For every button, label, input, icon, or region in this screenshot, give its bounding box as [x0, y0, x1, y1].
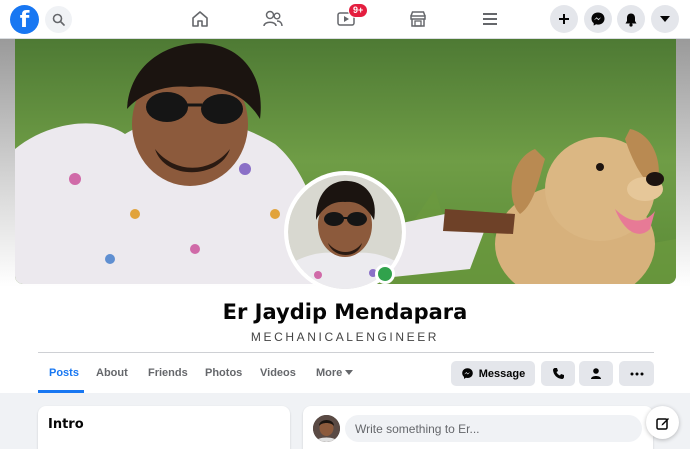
search-button[interactable]	[45, 6, 72, 33]
message-button-label: Message	[478, 367, 526, 380]
marketplace-icon	[410, 11, 426, 27]
messenger-button[interactable]	[584, 5, 612, 33]
friends-icon	[263, 10, 283, 27]
new-message-button[interactable]	[646, 406, 679, 439]
friends-nav-button[interactable]	[260, 7, 286, 31]
composer-avatar[interactable]	[313, 415, 340, 442]
active-tab-indicator	[38, 390, 84, 393]
tab-videos[interactable]: Videos	[260, 367, 296, 379]
search-icon	[52, 13, 65, 26]
facebook-logo[interactable]: f	[10, 5, 39, 34]
plus-icon	[559, 14, 569, 24]
tab-photos[interactable]: Photos	[205, 367, 242, 379]
more-options-button[interactable]	[619, 361, 654, 386]
top-navigation-bar: f 9+	[0, 0, 690, 39]
tab-posts[interactable]: Posts	[49, 367, 79, 379]
create-button[interactable]	[550, 5, 578, 33]
bell-icon	[625, 13, 637, 27]
add-friend-button[interactable]	[579, 361, 613, 386]
tab-more-label: More	[316, 367, 343, 379]
notifications-button[interactable]	[617, 5, 645, 33]
tab-friends[interactable]: Friends	[148, 367, 188, 379]
intro-title: Intro	[48, 417, 84, 432]
home-icon	[192, 11, 208, 27]
ellipsis-icon	[630, 372, 643, 375]
composer-input[interactable]: Write something to Er...	[345, 415, 642, 442]
profile-bio: MECHANICALENGINEER	[250, 330, 440, 344]
account-menu-button[interactable]	[651, 5, 679, 33]
caret-down-icon	[345, 370, 354, 375]
compose-icon	[655, 417, 669, 430]
marketplace-nav-button[interactable]	[405, 7, 431, 31]
home-nav-button[interactable]	[187, 7, 213, 31]
phone-icon	[552, 368, 564, 379]
profile-name: Er Jaydip Mendapara	[222, 300, 468, 324]
header-divider	[38, 352, 654, 353]
caret-down-icon	[660, 16, 670, 22]
tab-about[interactable]: About	[96, 367, 128, 379]
watch-notification-badge: 9+	[348, 3, 369, 18]
menu-icon	[483, 13, 497, 25]
tab-more[interactable]: More	[316, 367, 354, 379]
add-friend-icon	[590, 368, 601, 379]
messenger-icon	[461, 368, 473, 379]
messenger-icon	[591, 12, 605, 26]
menu-nav-button[interactable]	[477, 7, 503, 31]
message-button[interactable]: Message	[451, 361, 535, 386]
online-status-indicator	[375, 264, 395, 284]
call-button[interactable]	[541, 361, 575, 386]
